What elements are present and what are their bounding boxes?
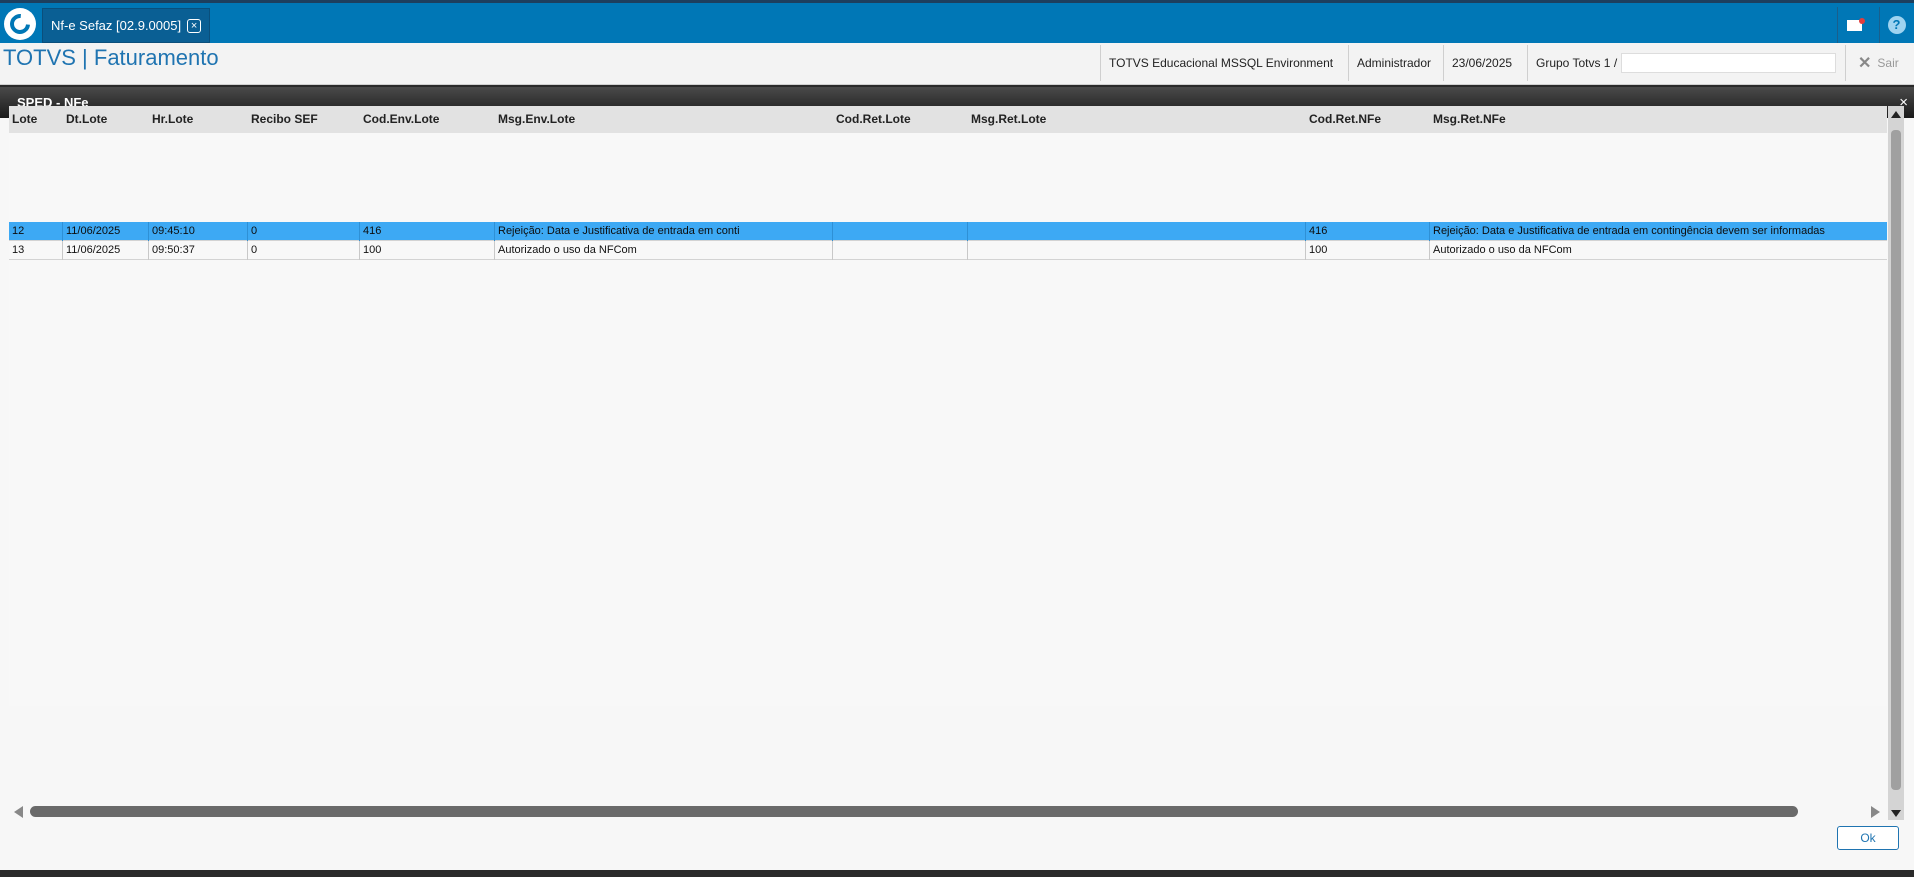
group-selector[interactable]: Grupo Totvs 1 / xyxy=(1527,45,1844,81)
column-header[interactable]: Msg.Env.Lote xyxy=(495,106,833,133)
column-header[interactable]: Msg.Ret.Lote xyxy=(968,106,1306,133)
help-icon: ? xyxy=(1887,16,1906,34)
cell-msg-env-lote: Autorizado o uso da NFCom xyxy=(495,241,833,260)
cell-dt-lote: 11/06/2025 xyxy=(63,241,149,260)
vertical-scroll-thumb[interactable] xyxy=(1891,130,1901,790)
column-header[interactable]: Cod.Env.Lote xyxy=(360,106,495,133)
cell-cod-ret-lote xyxy=(833,241,968,260)
group-field[interactable] xyxy=(1621,53,1837,73)
table-row[interactable]: 13 11/06/2025 09:50:37 0 100 Autorizado … xyxy=(9,241,1887,260)
cell-recibo-sef: 0 xyxy=(248,222,360,241)
tab-label: Nf-e Sefaz [02.9.0005] xyxy=(51,18,182,33)
scroll-up-icon[interactable] xyxy=(1891,111,1901,118)
cell-msg-ret-nfe: Autorizado o uso da NFCom xyxy=(1433,244,1572,256)
vertical-scrollbar[interactable] xyxy=(1888,106,1904,820)
cell-hr-lote: 09:45:10 xyxy=(149,222,248,241)
exit-button[interactable]: ✕ Sair xyxy=(1845,45,1899,81)
column-header[interactable]: Recibo SEF xyxy=(248,106,360,133)
cell-cod-ret-nfe: 100 xyxy=(1306,241,1430,260)
date-label: 23/06/2025 xyxy=(1443,45,1520,81)
column-header[interactable]: Hr.Lote xyxy=(149,106,248,133)
cell-recibo-sef: 0 xyxy=(248,241,360,260)
cell-lote: 12 xyxy=(9,222,63,241)
column-header[interactable]: Lote xyxy=(9,106,63,133)
exit-label: Sair xyxy=(1877,56,1899,70)
cell-cod-ret-nfe: 416 xyxy=(1306,222,1430,241)
cell-msg-env-lote: Rejeição: Data e Justificativa de entrad… xyxy=(495,222,833,241)
tab-nfe-sefaz[interactable]: Nf-e Sefaz [02.9.0005] × xyxy=(42,8,211,43)
exit-icon: ✕ xyxy=(1858,55,1872,72)
cell-msg-ret-lote xyxy=(968,222,1306,241)
column-header[interactable]: Msg.Ret.NFe xyxy=(1430,106,1887,133)
app-header: TOTVS | Faturamento TOTVS Educacional MS… xyxy=(0,43,1914,85)
column-header[interactable]: Cod.Ret.Lote xyxy=(833,106,968,133)
horizontal-scrollbar[interactable] xyxy=(30,806,1798,817)
ok-button[interactable]: Ok xyxy=(1837,826,1899,850)
page-title: TOTVS | Faturamento xyxy=(3,45,219,70)
cell-lote: 13 xyxy=(9,241,63,260)
cell-cod-env-lote: 100 xyxy=(360,241,495,260)
cell-dt-lote: 11/06/2025 xyxy=(63,222,149,241)
help-button[interactable]: ? xyxy=(1879,7,1913,43)
totvs-logo-icon[interactable] xyxy=(4,8,36,40)
lote-grid: Lote Dt.Lote Hr.Lote Recibo SEF Cod.Env.… xyxy=(9,106,1887,706)
column-header[interactable]: Dt.Lote xyxy=(63,106,149,133)
cell-hr-lote: 09:50:37 xyxy=(149,241,248,260)
column-header[interactable]: Cod.Ret.NFe xyxy=(1306,106,1430,133)
table-row[interactable]: 12 11/06/2025 09:45:10 0 416 Rejeição: D… xyxy=(9,222,1887,241)
scroll-left-icon[interactable] xyxy=(14,806,23,818)
cell-msg-ret-nfe: Rejeição: Data e Justificativa de entrad… xyxy=(1433,225,1825,237)
top-bar: Nf-e Sefaz [02.9.0005] × ? xyxy=(0,0,1914,43)
user-label: Administrador xyxy=(1348,45,1439,81)
grid-header: Lote Dt.Lote Hr.Lote Recibo SEF Cod.Env.… xyxy=(9,106,1887,133)
mail-icon xyxy=(1847,17,1865,31)
cell-msg-ret-lote xyxy=(968,241,1306,260)
scroll-down-icon[interactable] xyxy=(1891,810,1901,817)
cell-cod-env-lote: 416 xyxy=(360,222,495,241)
cell-cod-ret-lote xyxy=(833,222,968,241)
group-label: Grupo Totvs 1 / xyxy=(1536,56,1618,70)
close-icon[interactable]: × xyxy=(187,18,202,33)
environment-label: TOTVS Educacional MSSQL Environment xyxy=(1100,45,1341,81)
scroll-right-icon[interactable] xyxy=(1871,806,1880,818)
mail-button[interactable] xyxy=(1837,7,1871,43)
